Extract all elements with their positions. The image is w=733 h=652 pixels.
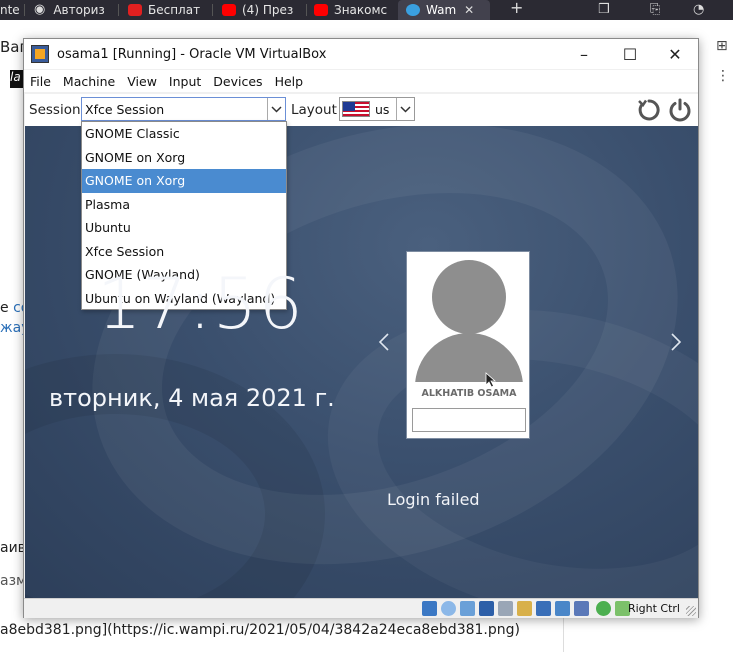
menu-view[interactable]: View (121, 74, 163, 89)
browser-tab-2[interactable]: ◉ Авториз (34, 0, 114, 20)
chevron-right-icon[interactable] (670, 332, 682, 358)
mouse-cursor-icon (485, 372, 497, 388)
maximize-button[interactable]: ☐ (607, 39, 653, 69)
browser-tab-active[interactable]: Wam ✕ (398, 0, 490, 20)
layout-select[interactable]: us (339, 97, 415, 121)
session-option[interactable]: GNOME on Xorg (82, 146, 286, 170)
new-tab-button[interactable]: + (510, 0, 523, 16)
disk-icon[interactable] (422, 601, 437, 616)
session-value: Xfce Session (85, 102, 165, 117)
youtube-icon (314, 4, 328, 16)
chevron-down-icon[interactable] (396, 98, 414, 120)
chevron-left-icon[interactable] (378, 332, 390, 358)
recording-icon[interactable] (555, 601, 570, 616)
status-bar: Right Ctrl (24, 598, 698, 618)
browser-tab-1[interactable]: nte (0, 0, 20, 20)
session-select[interactable]: Xfce Session (81, 97, 286, 121)
youtube-icon (222, 4, 236, 16)
usb-icon[interactable] (498, 601, 513, 616)
close-button[interactable]: ✕ (652, 39, 698, 69)
audio-icon[interactable] (460, 601, 475, 616)
power-icon[interactable] (668, 98, 692, 122)
virtualbox-window: osama1 [Running] - Oracle VM VirtualBox … (23, 38, 699, 618)
mouse-integration-icon[interactable] (596, 601, 611, 616)
chevron-down-icon[interactable] (267, 98, 285, 120)
title-bar[interactable]: osama1 [Running] - Oracle VM VirtualBox … (24, 39, 698, 69)
markdown-link-text: a8ebd381.png](https://ic.wampi.ru/2021/0… (0, 622, 520, 638)
toolbar-icon[interactable]: ⊞ (716, 38, 728, 54)
toolbar-icon[interactable]: ⋮ (716, 68, 730, 84)
menu-input[interactable]: Input (163, 74, 207, 89)
session-option[interactable]: Plasma (82, 193, 286, 217)
menu-file[interactable]: File (24, 74, 57, 89)
profile-icon[interactable]: ◔ (693, 2, 704, 18)
wampi-icon (406, 4, 420, 16)
menu-help[interactable]: Help (269, 74, 310, 89)
display-icon[interactable] (536, 601, 551, 616)
session-option[interactable]: GNOME Classic (82, 122, 286, 146)
clock-time: 17:56 (97, 263, 304, 345)
session-option[interactable]: Ubuntu (82, 216, 286, 240)
clock-date: вторник, 4 мая 2021 г. (49, 384, 335, 412)
close-tab-icon[interactable]: ✕ (464, 3, 474, 17)
layout-value: us (375, 102, 390, 117)
virtualbox-icon (31, 45, 49, 63)
browser-tab-3[interactable]: Бесплат (128, 0, 208, 20)
wifi-icon: ◉ (34, 2, 46, 17)
login-error-message: Login failed (387, 490, 480, 509)
menu-devices[interactable]: Devices (207, 74, 268, 89)
session-option[interactable]: Xfce Session (82, 240, 286, 264)
shared-folder-icon[interactable] (517, 601, 532, 616)
menu-bar: File Machine View Input Devices Help (24, 70, 698, 92)
browser-tab-4[interactable]: (4) През (222, 0, 302, 20)
host-key-label: Right Ctrl (627, 602, 680, 615)
guest-screen[interactable]: Session Xfce Session Layout us GNOME Cla… (25, 94, 698, 598)
session-label: Session (29, 102, 81, 118)
restart-icon[interactable] (637, 98, 661, 122)
browser-tab-strip: nte ◉ Авториз Бесплат (4) През Знакомс W… (0, 0, 733, 20)
us-flag-icon (342, 101, 370, 117)
app-icon (128, 4, 142, 16)
resize-grip[interactable] (686, 606, 696, 616)
browser-tab-5[interactable]: Знакомс (314, 0, 394, 20)
vm-icon[interactable] (574, 601, 589, 616)
layout-label: Layout (291, 102, 337, 118)
share-icon[interactable]: ⎘ (650, 2, 660, 18)
minimize-button[interactable]: – (561, 39, 607, 69)
collections-icon[interactable]: ❒ (598, 2, 610, 18)
network-icon[interactable] (479, 601, 494, 616)
page-logo-fragment: la (10, 70, 24, 88)
avatar (415, 260, 523, 382)
session-option-highlighted[interactable]: GNOME on Xorg (82, 169, 286, 193)
optical-icon[interactable] (441, 601, 456, 616)
password-field[interactable] (412, 408, 526, 432)
user-card[interactable]: ALKHATIB OSAMA (406, 251, 530, 439)
window-title: osama1 [Running] - Oracle VM VirtualBox (57, 46, 327, 62)
user-name: ALKHATIB OSAMA (421, 388, 517, 399)
menu-machine[interactable]: Machine (57, 74, 121, 89)
